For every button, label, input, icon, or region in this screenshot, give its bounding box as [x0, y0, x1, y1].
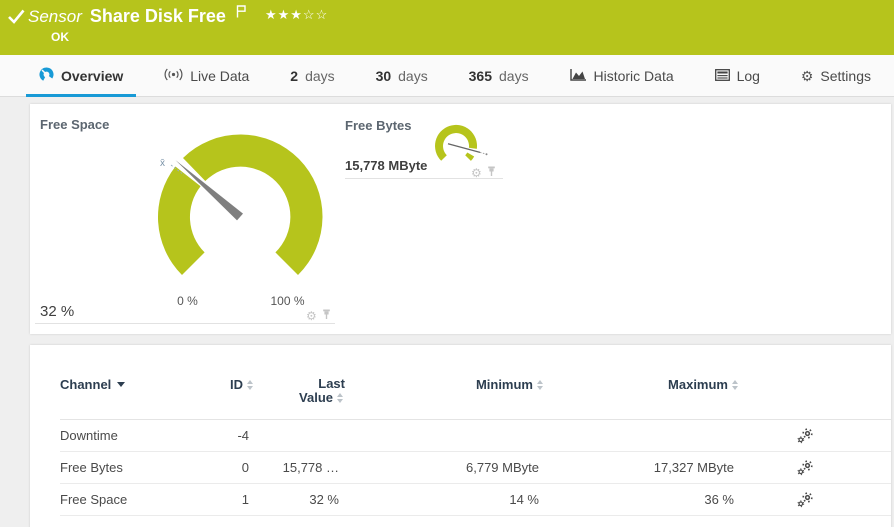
stars-empty: ☆☆	[303, 7, 328, 22]
column-header-id[interactable]: ID	[210, 377, 255, 392]
tab-365-days[interactable]: 365 days	[456, 55, 542, 97]
channel-settings-gears-icon[interactable]	[740, 428, 870, 444]
last-value: 15,778 …	[255, 460, 345, 475]
tab-label: Log	[737, 68, 760, 84]
free-bytes-value: 15,778 MByte	[345, 158, 427, 173]
channel-name: Free Bytes	[60, 460, 210, 475]
column-header-channel[interactable]: Channel	[60, 377, 210, 392]
maximum-value: 36 %	[545, 492, 740, 507]
pin-icon[interactable]	[487, 164, 496, 182]
tab-label: Overview	[61, 68, 123, 84]
tab-number: 30	[376, 68, 392, 84]
tab-unit: days	[398, 68, 428, 84]
sort-active-desc-icon	[117, 382, 125, 387]
table-row[interactable]: Downtime -4	[60, 420, 891, 452]
tab-bar: Overview Live Data 2 days 30 days 365 da…	[0, 55, 894, 97]
live-data-icon	[164, 68, 183, 84]
average-marker-dot	[486, 153, 488, 155]
tab-overview[interactable]: Overview	[26, 55, 136, 97]
tab-settings[interactable]: ⚙ Settings	[788, 55, 884, 97]
sensor-header: Sensor Share Disk Free ★★★☆☆ OK	[0, 0, 894, 55]
tab-label: Historic Data	[594, 68, 674, 84]
status-ok-check-icon	[8, 9, 25, 29]
channel-settings-gears-icon[interactable]	[740, 492, 870, 508]
column-header-minimum[interactable]: Minimum	[345, 377, 545, 392]
sort-toggle-icon	[537, 380, 543, 390]
free-space-value: 32 %	[40, 303, 74, 320]
channels-table-panel: Channel ID Last Value Minimum Maximum	[30, 345, 891, 527]
channel-id: 0	[210, 460, 255, 475]
gauge-icon	[39, 67, 54, 85]
channel-id: -4	[210, 428, 255, 443]
free-bytes-widget: Free Bytes 15,778 MByte ⚙	[345, 116, 503, 179]
free-space-gauge: x̄	[140, 122, 340, 307]
sensor-type-label: Sensor	[28, 7, 82, 27]
sensor-status-badge: OK	[51, 30, 69, 44]
tab-live-data[interactable]: Live Data	[151, 55, 262, 97]
overview-gauges-panel: Free Space x̄ 0 % 100 % 32 % ⚙ Free Byte…	[30, 104, 891, 334]
flag-icon[interactable]	[236, 5, 247, 23]
maximum-value: 17,327 MByte	[545, 460, 740, 475]
channel-id: 1	[210, 492, 255, 507]
gauge-scale-min: 0 %	[165, 294, 210, 308]
tab-historic-data[interactable]: Historic Data	[557, 55, 687, 97]
tab-log[interactable]: Log	[702, 55, 773, 97]
sort-toggle-icon	[247, 380, 253, 390]
sensor-name: Share Disk Free	[90, 6, 226, 27]
channel-settings-gears-icon[interactable]	[740, 460, 870, 476]
priority-stars[interactable]: ★★★☆☆	[265, 7, 328, 23]
chart-icon	[570, 68, 587, 84]
tab-unit: days	[499, 68, 529, 84]
table-row[interactable]: Free Space 1 32 % 14 % 36 %	[60, 484, 891, 516]
sort-toggle-icon	[337, 393, 343, 403]
gear-icon[interactable]: ⚙	[306, 310, 317, 322]
gear-icon[interactable]: ⚙	[471, 167, 482, 179]
tab-label: Settings	[820, 68, 871, 84]
log-list-icon	[715, 68, 730, 84]
free-bytes-gauge-title: Free Bytes	[345, 118, 411, 133]
minimum-value: 6,779 MByte	[345, 460, 545, 475]
free-space-gauge-title: Free Space	[40, 117, 109, 132]
tab-30-days[interactable]: 30 days	[363, 55, 441, 97]
channel-name: Free Space	[60, 492, 210, 507]
tab-unit: days	[305, 68, 335, 84]
gear-icon: ⚙	[801, 69, 814, 83]
stars-filled: ★★★	[265, 7, 303, 22]
table-header-row: Channel ID Last Value Minimum Maximum	[60, 345, 891, 420]
tab-number: 2	[290, 68, 298, 84]
channel-name: Downtime	[60, 428, 210, 443]
table-row[interactable]: Free Bytes 0 15,778 … 6,779 MByte 17,327…	[60, 452, 891, 484]
tab-label: Live Data	[190, 68, 249, 84]
average-marker-label: x̄	[160, 158, 165, 169]
column-header-last-value[interactable]: Last Value	[255, 377, 345, 405]
gauge-scale-max: 100 %	[265, 294, 310, 308]
minimum-value: 14 %	[345, 492, 545, 507]
last-value: 32 %	[255, 492, 345, 507]
sort-toggle-icon	[732, 380, 738, 390]
tab-number: 365	[469, 68, 492, 84]
widget-divider	[35, 323, 335, 324]
column-header-maximum[interactable]: Maximum	[545, 377, 740, 392]
tab-2-days[interactable]: 2 days	[277, 55, 347, 97]
